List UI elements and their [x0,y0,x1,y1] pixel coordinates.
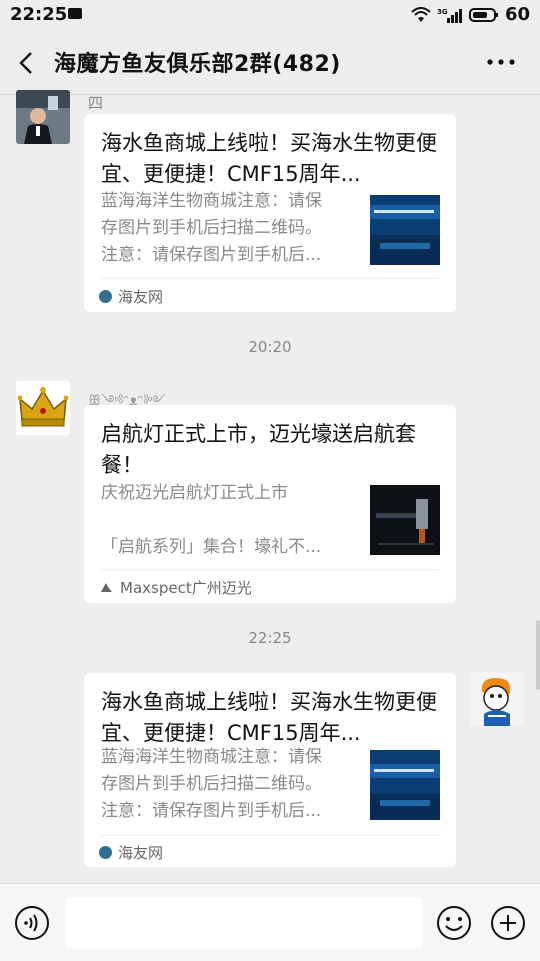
card-description-line: 「启航系列」集合！壕礼不... [101,537,322,557]
card-source-name: 海友网 [118,288,164,306]
timestamp: 22:25 [248,629,292,647]
card-description-line: 注意：请保存图片到手机后... [101,245,322,265]
source-icon [101,583,112,592]
emoji-icon[interactable] [436,905,472,941]
svg-text:3G: 3G [437,8,448,16]
card-thumbnail [370,750,440,820]
card-description: 蓝海海洋生物商城注意：请保 存图片到手机后扫描二维码。 注意：请保存图片到手机后… [101,188,351,269]
card-source-name: 海友网 [118,844,164,862]
link-card[interactable]: 海水鱼商城上线啦！买海水生物更便宜、更便捷！CMF15周年... 蓝海海洋生物商… [84,673,456,867]
battery-icon [468,7,498,22]
chat-header: 海魔方鱼友俱乐部2群(482) [0,30,540,95]
status-bar: 22:25 3G 60 [0,0,540,30]
card-description-line: 蓝海海洋生物商城注意：请保 [101,191,322,211]
wifi-icon [411,6,431,22]
back-arrow-icon[interactable] [14,50,40,76]
card-description: 庆祝迈光启航灯正式上市 「启航系列」集合！壕礼不... [101,480,351,561]
card-source: Maxspect广州迈光 [99,577,252,598]
source-icon [99,290,112,303]
plus-icon[interactable] [490,905,526,941]
card-description-line [101,507,351,534]
card-thumbnail [370,485,440,555]
card-source: 海友网 [99,842,163,863]
signal-icon: 3G [437,8,462,23]
chat-title: 海魔方鱼友俱乐部2群(482) [54,52,341,77]
scroll-indicator[interactable] [536,620,540,690]
card-divider [101,278,439,279]
card-source-name: Maxspect广州迈光 [120,579,252,597]
card-divider [101,835,439,836]
status-time: 22:25 [10,4,68,25]
card-description-line: 庆祝迈光启航灯正式上市 [101,483,288,503]
timestamp: 20:20 [248,338,292,356]
card-description-line: 存图片到手机后扫描二维码。 [101,218,322,238]
crown-icon [16,381,70,435]
card-description: 蓝海海洋生物商城注意：请保 存图片到手机后扫描二维码。 注意：请保存图片到手机后… [101,744,351,825]
avatar[interactable] [16,381,70,435]
link-card[interactable]: 启航灯正式上市，迈光壕送启航套餐！ 庆祝迈光启航灯正式上市 「启航系列」集合！壕… [84,405,456,603]
card-title: 海水鱼商城上线啦！买海水生物更便宜、更便捷！CMF15周年... [101,690,437,745]
source-icon [99,846,112,859]
card-description-line: 存图片到手机后扫描二维码。 [101,774,322,794]
voice-input-icon[interactable] [14,905,50,941]
card-source: 海友网 [99,286,163,307]
avatar[interactable] [16,90,70,144]
battery-level: 60 [504,4,530,25]
card-description-line: 注意：请保存图片到手机后... [101,801,322,821]
card-thumbnail [370,195,440,265]
status-right: 3G 60 [411,4,530,25]
card-title: 启航灯正式上市，迈光壕送启航套餐！ [101,422,416,477]
more-options-icon[interactable] [486,50,516,74]
input-bar [0,883,540,961]
card-divider [101,569,439,570]
avatar[interactable] [470,672,524,726]
message-input[interactable] [66,897,422,949]
link-card[interactable]: 海水鱼商城上线啦！买海水生物更便宜、更便捷！CMF15周年... 蓝海海洋生物商… [84,114,456,312]
card-description-line: 蓝海海洋生物商城注意：请保 [101,747,322,767]
message-notification-icon [68,8,82,19]
card-title: 海水鱼商城上线啦！买海水生物更便宜、更便捷！CMF15周年... [101,131,437,186]
